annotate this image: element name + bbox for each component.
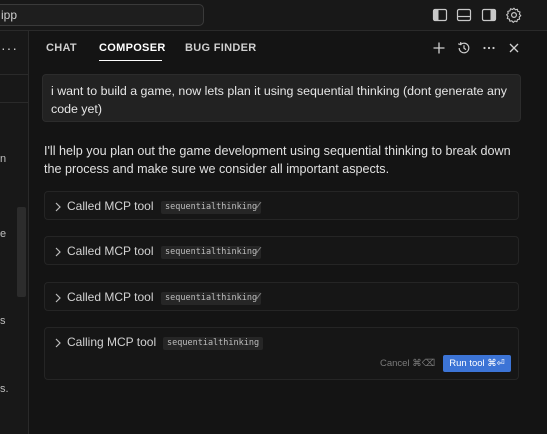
side-panel: ··· n e s s.: [0, 31, 29, 434]
toggle-secondary-sidebar-icon[interactable]: [480, 6, 498, 24]
composer-tabs: CHAT COMPOSER BUG FINDER: [30, 31, 547, 65]
side-panel-text-fragment: s: [0, 315, 6, 327]
tab-chat[interactable]: CHAT: [46, 42, 77, 54]
side-panel-menu-icon[interactable]: ···: [1, 40, 18, 56]
side-panel-text-fragment: e: [0, 228, 7, 240]
tool-call-label: Called MCP tool: [67, 290, 154, 304]
check-icon: ✓: [254, 291, 264, 303]
more-icon[interactable]: [482, 41, 496, 55]
tool-call-row[interactable]: Called MCP tool sequentialthinking ✓: [44, 282, 519, 311]
tool-call-label: Called MCP tool: [67, 244, 154, 258]
toggle-panel-icon[interactable]: [455, 6, 473, 24]
divider: [0, 74, 29, 75]
tool-name-badge: sequentialthinking: [161, 246, 262, 259]
run-tool-button[interactable]: Run tool ⌘⏎: [443, 355, 511, 372]
composer-panel: CHAT COMPOSER BUG FINDER i want to build…: [30, 31, 547, 434]
side-panel-scrollbar[interactable]: [17, 207, 26, 297]
tab-composer[interactable]: COMPOSER: [99, 42, 166, 54]
chevron-right-icon: [53, 336, 63, 348]
chevron-right-icon: [53, 245, 63, 257]
tool-name-badge: sequentialthinking: [163, 337, 264, 350]
check-icon: ✓: [254, 200, 264, 212]
close-icon[interactable]: [507, 41, 521, 55]
user-message: i want to build a game, now lets plan it…: [42, 74, 521, 122]
tool-call-label: Called MCP tool: [67, 199, 154, 213]
tool-call-row[interactable]: Called MCP tool sequentialthinking ✓: [44, 236, 519, 265]
tool-call-row[interactable]: Called MCP tool sequentialthinking ✓: [44, 191, 519, 220]
side-panel-text-fragment: n: [0, 153, 7, 165]
search-input[interactable]: ipp: [0, 4, 204, 26]
divider: [0, 102, 29, 103]
side-panel-text-fragment: s.: [0, 383, 9, 395]
top-bar: ipp: [0, 0, 547, 31]
plus-icon[interactable]: [432, 41, 446, 55]
tool-name-badge: sequentialthinking: [161, 292, 262, 305]
chevron-right-icon: [53, 200, 63, 212]
chevron-right-icon: [53, 291, 63, 303]
tab-bug-finder[interactable]: BUG FINDER: [185, 42, 256, 54]
cancel-button[interactable]: Cancel ⌘⌫: [380, 358, 435, 369]
search-input-value: ipp: [1, 8, 18, 22]
tool-call-pending[interactable]: Calling MCP tool sequentialthinking Canc…: [44, 327, 519, 380]
toggle-primary-sidebar-icon[interactable]: [431, 6, 449, 24]
tool-call-label: Calling MCP tool: [67, 335, 157, 349]
tool-name-badge: sequentialthinking: [161, 201, 262, 214]
active-tab-indicator: [99, 60, 162, 61]
assistant-message: I'll help you plan out the game developm…: [44, 144, 511, 176]
check-icon: ✓: [254, 245, 264, 257]
history-icon[interactable]: [457, 41, 471, 55]
gear-icon[interactable]: [505, 6, 523, 24]
